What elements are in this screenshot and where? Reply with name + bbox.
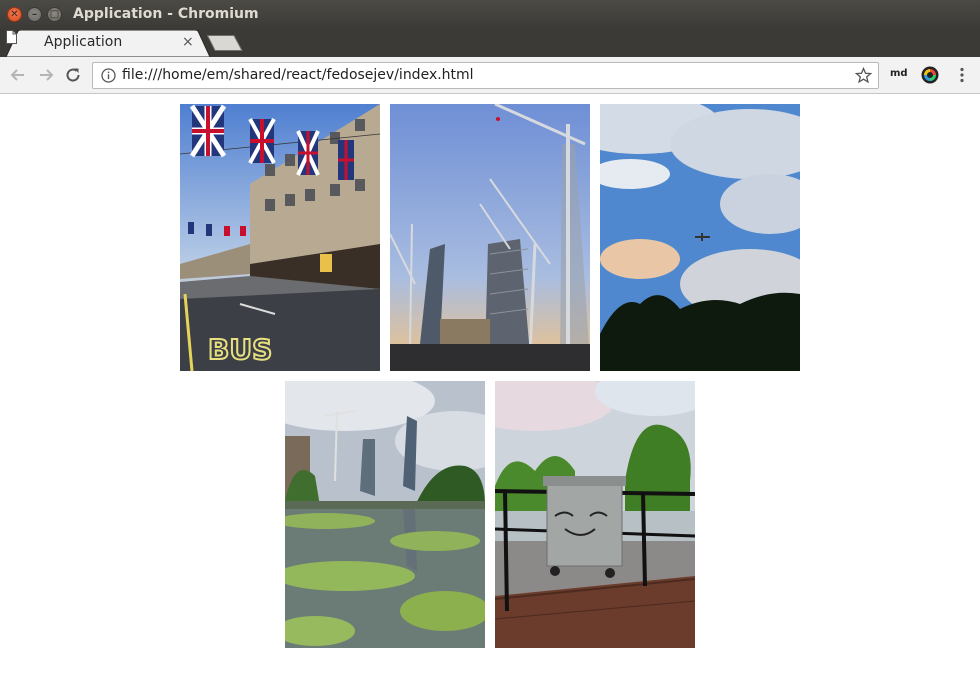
address-bar[interactable]: file:///home/em/shared/react/fedosejev/i… xyxy=(92,62,879,89)
tab-strip: Application × xyxy=(0,30,980,77)
page-icon xyxy=(6,30,17,44)
close-icon: ✕ xyxy=(10,9,19,20)
back-arrow-icon[interactable] xyxy=(9,66,27,84)
tab-application[interactable]: Application × xyxy=(6,30,210,57)
photo-cloudy-sky-plane xyxy=(600,104,800,371)
photo-construction-cranes xyxy=(390,104,590,371)
minimize-icon: – xyxy=(32,9,37,20)
window-minimize-button[interactable]: – xyxy=(27,7,42,22)
md-extension-button[interactable]: md xyxy=(890,68,908,79)
color-wheel-icon[interactable] xyxy=(921,66,939,84)
window-close-button[interactable]: ✕ xyxy=(7,7,22,22)
window-maximize-button[interactable]: □ xyxy=(47,7,62,22)
photo-cat-bin xyxy=(495,381,695,648)
info-icon[interactable] xyxy=(101,68,116,83)
svg-text:BUS: BUS xyxy=(208,333,272,366)
reload-icon[interactable] xyxy=(64,66,82,84)
menu-dots-icon[interactable] xyxy=(955,66,969,84)
new-tab-button[interactable] xyxy=(207,35,243,51)
maximize-icon: □ xyxy=(49,9,60,20)
photo-street-flags: BUS xyxy=(180,104,380,371)
star-icon[interactable] xyxy=(855,67,872,84)
browser-toolbar: file:///home/em/shared/react/fedosejev/i… xyxy=(0,57,980,94)
tab-title: Application xyxy=(44,34,123,50)
window-titlebar: ✕ – □ Application - Chromium xyxy=(0,0,980,30)
window-title: Application - Chromium xyxy=(73,6,259,22)
url-text[interactable]: file:///home/em/shared/react/fedosejev/i… xyxy=(122,67,474,83)
photo-canal-towers xyxy=(285,381,485,648)
tab-close-icon[interactable]: × xyxy=(182,34,194,50)
forward-arrow-icon[interactable] xyxy=(37,66,55,84)
